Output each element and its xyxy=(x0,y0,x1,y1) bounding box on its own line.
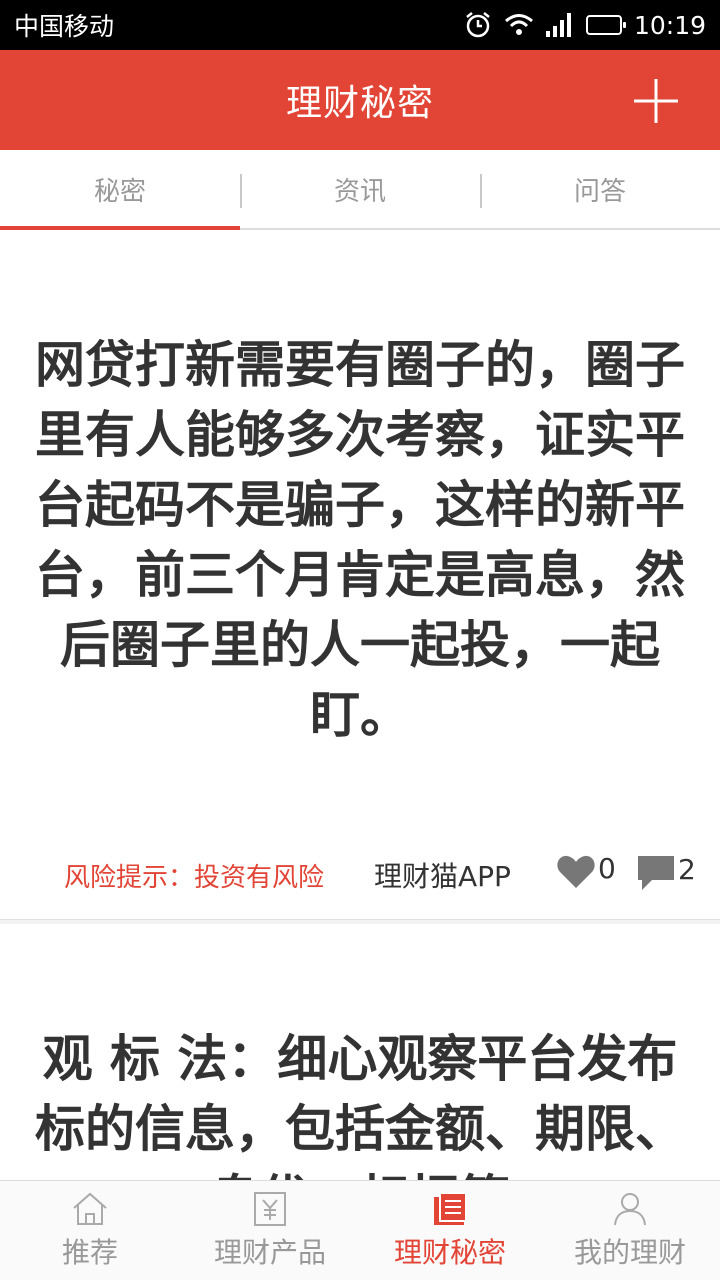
tab-label: 问答 xyxy=(573,176,626,207)
home-icon xyxy=(73,1192,107,1225)
app-bar: 理财秘密 xyxy=(0,50,720,150)
wifi-icon xyxy=(504,13,534,37)
tab-label: 秘密 xyxy=(93,176,146,207)
notebook-icon xyxy=(434,1192,467,1225)
source-label: 理财猫APP xyxy=(374,860,511,893)
tab-news[interactable]: 资讯 xyxy=(240,150,480,228)
nav-label: 理财产品 xyxy=(213,1236,326,1269)
tab-qa[interactable]: 问答 xyxy=(480,150,720,228)
nav-label: 理财秘密 xyxy=(393,1236,506,1269)
person-icon xyxy=(614,1193,646,1226)
nav-products[interactable]: 理财产品 xyxy=(180,1181,360,1280)
comment-icon xyxy=(638,856,674,890)
nav-secrets[interactable]: 理财秘密 xyxy=(360,1181,540,1280)
clock-label: 10:19 xyxy=(633,10,706,40)
nav-label: 我的理财 xyxy=(573,1236,686,1269)
bottom-nav: 推荐 理财产品 理财秘密 我的理财 xyxy=(0,1180,720,1280)
add-button[interactable] xyxy=(632,77,680,125)
status-icons: 10:19 xyxy=(464,11,706,40)
like-button[interactable]: 0 xyxy=(556,851,616,890)
tab-secrets[interactable]: 秘密 xyxy=(0,150,240,230)
yuan-doc-icon xyxy=(254,1192,286,1226)
tab-label: 资讯 xyxy=(333,176,386,207)
nav-my-finance[interactable]: 我的理财 xyxy=(540,1181,720,1280)
feed-card[interactable]: 观 标 法：细心观察平台发布标的信息，包括金额、期限、息优、标把等 xyxy=(0,924,720,1180)
signal-icon xyxy=(545,13,574,37)
card-meta: 风险提示：投资有风险 理财猫APP 0 2 xyxy=(0,850,720,900)
alarm-icon xyxy=(464,11,492,39)
carrier-label: 中国移动 xyxy=(14,12,115,41)
plus-icon xyxy=(634,79,678,123)
feed-card[interactable]: 网贷打新需要有圈子的，圈子里有人能够多次考察，证实平台起码不是骗子，这样的新平台… xyxy=(0,230,720,920)
status-bar: 中国移动 10:19 xyxy=(0,0,720,50)
nav-label: 推荐 xyxy=(61,1236,118,1269)
comment-button[interactable]: 2 xyxy=(636,852,696,892)
nav-recommend[interactable]: 推荐 xyxy=(0,1181,180,1280)
feed-list[interactable]: 网贷打新需要有圈子的，圈子里有人能够多次考察，证实平台起码不是骗子，这样的新平台… xyxy=(0,230,720,1180)
card-text: 网贷打新需要有圈子的，圈子里有人能够多次考察，证实平台起码不是骗子，这样的新平台… xyxy=(35,336,685,744)
like-count: 0 xyxy=(598,851,616,885)
page-title: 理财秘密 xyxy=(285,83,434,124)
comment-count: 2 xyxy=(678,852,696,886)
battery-icon xyxy=(585,15,626,35)
card-text: 观 标 法：细心观察平台发布标的信息，包括金额、期限、息优、标把等 xyxy=(35,1030,685,1180)
tab-bar: 秘密 资讯 问答 xyxy=(0,150,720,230)
heart-icon xyxy=(557,855,595,888)
risk-warning: 风险提示：投资有风险 xyxy=(64,862,325,893)
